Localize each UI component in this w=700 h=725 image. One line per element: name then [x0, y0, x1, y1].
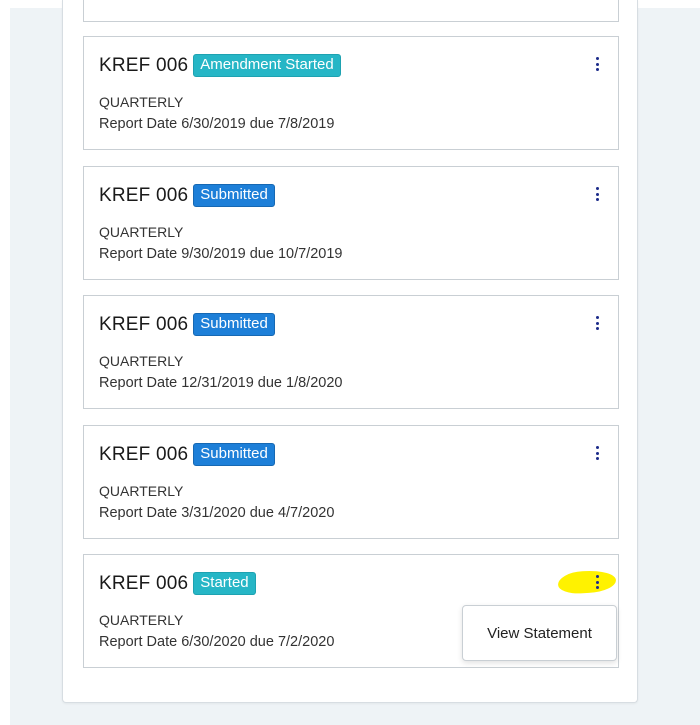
report-card-partial: [83, 0, 619, 22]
report-title: KREF 006: [99, 572, 189, 594]
report-frequency: QUARTERLY: [99, 94, 184, 110]
status-badge: Submitted: [193, 313, 275, 336]
report-title-row: KREF 006 Submitted: [99, 443, 275, 466]
report-card[interactable]: KREF 006 Amendment Started QUARTERLY Rep…: [83, 36, 619, 150]
report-frequency: QUARTERLY: [99, 483, 184, 499]
kebab-menu-icon[interactable]: [593, 446, 601, 460]
report-frequency: QUARTERLY: [99, 224, 184, 240]
kebab-menu-icon[interactable]: [593, 575, 601, 589]
report-card[interactable]: KREF 006 Started QUARTERLY Report Date 6…: [83, 554, 619, 668]
highlight-marker: [557, 569, 617, 595]
status-badge: Amendment Started: [193, 54, 341, 77]
report-frequency: QUARTERLY: [99, 353, 184, 369]
report-title-row: KREF 006 Submitted: [99, 313, 275, 336]
report-date: Report Date 6/30/2020 due 7/2/2020: [99, 634, 335, 650]
kebab-menu-icon[interactable]: [593, 57, 601, 71]
report-title-row: KREF 006 Started: [99, 572, 256, 595]
status-badge: Submitted: [193, 184, 275, 207]
view-statement-menu-item[interactable]: View Statement: [462, 605, 617, 661]
kebab-menu-icon[interactable]: [593, 316, 601, 330]
report-date: Report Date 6/30/2019 due 7/8/2019: [99, 116, 335, 132]
report-date: Report Date 12/31/2019 due 1/8/2020: [99, 375, 343, 391]
status-badge: Started: [193, 572, 256, 595]
report-title-row: KREF 006 Amendment Started: [99, 54, 341, 77]
report-card[interactable]: KREF 006 Submitted QUARTERLY Report Date…: [83, 425, 619, 539]
report-frequency: QUARTERLY: [99, 612, 184, 628]
report-date: Report Date 9/30/2019 due 10/7/2019: [99, 246, 343, 262]
report-title: KREF 006: [99, 184, 189, 206]
report-title: KREF 006: [99, 443, 189, 465]
report-card[interactable]: KREF 006 Submitted QUARTERLY Report Date…: [83, 166, 619, 280]
report-title-row: KREF 006 Submitted: [99, 184, 275, 207]
report-title: KREF 006: [99, 54, 189, 76]
report-card[interactable]: KREF 006 Submitted QUARTERLY Report Date…: [83, 295, 619, 409]
report-title: KREF 006: [99, 313, 189, 335]
kebab-menu-icon[interactable]: [593, 187, 601, 201]
report-date: Report Date 3/31/2020 due 4/7/2020: [99, 505, 335, 521]
status-badge: Submitted: [193, 443, 275, 466]
